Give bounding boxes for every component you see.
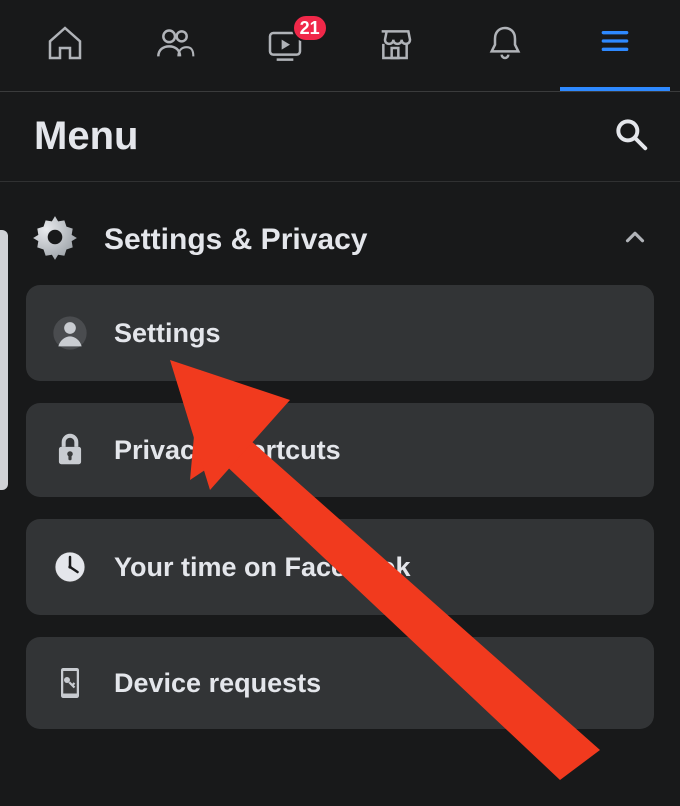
- clock-icon: [48, 547, 92, 587]
- nav-marketplace[interactable]: [340, 0, 450, 91]
- search-icon: [612, 140, 650, 157]
- friends-icon: [155, 23, 195, 68]
- gear-icon: [30, 212, 80, 267]
- page-title: Menu: [34, 114, 138, 159]
- nav-menu[interactable]: [560, 0, 670, 91]
- bell-icon: [485, 23, 525, 68]
- lock-icon: [48, 431, 92, 469]
- watch-badge: 21: [292, 14, 328, 42]
- page-header: Menu: [0, 92, 680, 182]
- nav-watch[interactable]: 21: [230, 0, 340, 91]
- home-icon: [45, 23, 85, 68]
- nav-home[interactable]: [10, 0, 120, 91]
- marketplace-icon: [375, 23, 415, 68]
- settings-privacy-section: Settings & Privacy Settings Pri: [0, 182, 680, 729]
- settings-privacy-header[interactable]: Settings & Privacy: [20, 196, 660, 285]
- scroll-indicator: [0, 230, 8, 490]
- row-privacy-shortcuts[interactable]: Privacy shortcuts: [26, 403, 654, 497]
- search-button[interactable]: [612, 115, 650, 158]
- chevron-up-icon: [620, 222, 650, 257]
- row-your-time[interactable]: Your time on Facebook: [26, 519, 654, 615]
- person-circle-icon: [48, 313, 92, 353]
- row-label: Privacy shortcuts: [114, 435, 341, 466]
- hamburger-icon: [595, 21, 635, 66]
- row-settings[interactable]: Settings: [26, 285, 654, 381]
- row-device-requests[interactable]: Device requests: [26, 637, 654, 729]
- row-label: Settings: [114, 318, 221, 349]
- nav-friends[interactable]: [120, 0, 230, 91]
- row-label: Device requests: [114, 668, 321, 699]
- nav-notifications[interactable]: [450, 0, 560, 91]
- top-nav: 21: [0, 0, 680, 92]
- section-title: Settings & Privacy: [104, 223, 620, 257]
- row-label: Your time on Facebook: [114, 552, 411, 583]
- device-key-icon: [48, 665, 92, 701]
